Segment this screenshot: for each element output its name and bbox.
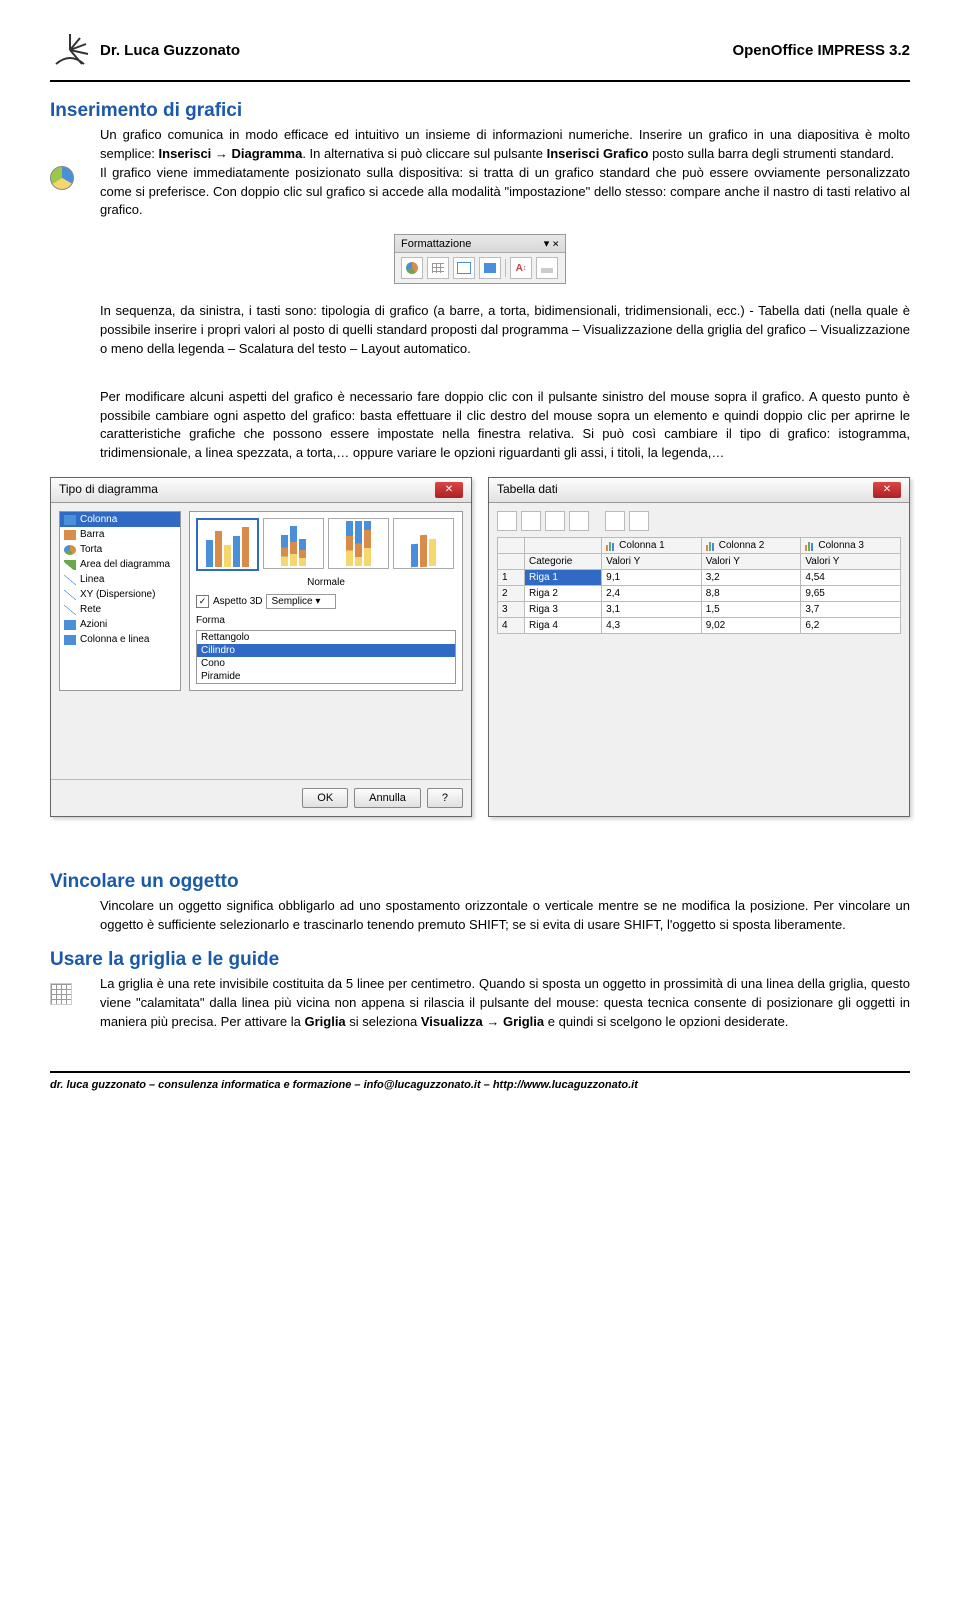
- shape-list[interactable]: Rettangolo Cilindro Cono Piramide: [196, 630, 456, 684]
- table-row: 4Riga 44,39,026,2: [498, 618, 901, 634]
- grid-icon: [50, 983, 72, 1005]
- section-heading-inserimento: Inserimento di grafici: [50, 100, 910, 122]
- table-row: 1Riga 19,13,24,54: [498, 570, 901, 586]
- help-button[interactable]: ?: [427, 788, 463, 808]
- list-item: Area del diagramma: [60, 557, 180, 572]
- list-item[interactable]: Rettangolo: [197, 631, 455, 644]
- text-scale-button[interactable]: A↕: [510, 257, 532, 279]
- logo-icon: [50, 30, 90, 70]
- list-item: Colonna e linea: [60, 632, 180, 647]
- chart-preview[interactable]: [196, 518, 259, 571]
- list-item: Barra: [60, 527, 180, 542]
- table-row: 3Riga 33,11,53,7: [498, 602, 901, 618]
- dialog-title: Tabella dati: [497, 482, 558, 498]
- author-name: Dr. Luca Guzzonato: [100, 42, 240, 59]
- list-item: Colonna: [60, 512, 180, 527]
- ok-button[interactable]: OK: [302, 788, 348, 808]
- toolbar-dropdown-icon[interactable]: ▾: [544, 238, 550, 250]
- dialog-title: Tipo di diagramma: [59, 482, 158, 498]
- list-item[interactable]: Cilindro: [197, 644, 455, 657]
- data-table-button[interactable]: [427, 257, 449, 279]
- formatting-toolbar: Formattazione ▾ × A↕: [394, 234, 566, 284]
- chart-preview[interactable]: [263, 518, 324, 569]
- cancel-button[interactable]: Annulla: [354, 788, 421, 808]
- list-item: Torta: [60, 542, 180, 557]
- section-heading-vincolare: Vincolare un oggetto: [50, 871, 910, 893]
- legend-button[interactable]: [479, 257, 501, 279]
- list-item: XY (Dispersione): [60, 587, 180, 602]
- pie-chart-icon: [50, 166, 74, 190]
- chart-type-dialog: Tipo di diagramma ✕ Colonna Barra Torta A…: [50, 477, 472, 817]
- aspect-3d-select[interactable]: Semplice ▾: [266, 594, 336, 609]
- close-icon[interactable]: ✕: [873, 482, 901, 498]
- page-footer: dr. luca guzzonato – consulenza informat…: [50, 1079, 910, 1091]
- move-button[interactable]: [605, 511, 625, 531]
- footer-rule: [50, 1071, 910, 1073]
- preview-label: Normale: [196, 577, 456, 588]
- list-item: Linea: [60, 572, 180, 587]
- move-button[interactable]: [629, 511, 649, 531]
- list-item: Azioni: [60, 617, 180, 632]
- aspect-3d-checkbox[interactable]: ✓: [196, 595, 209, 608]
- list-item[interactable]: Piramide: [197, 670, 455, 683]
- page-header: Dr. Luca Guzzonato OpenOffice IMPRESS 3.…: [50, 30, 910, 70]
- section-heading-griglia: Usare la griglia e le guide: [50, 949, 910, 971]
- body-text: In sequenza, da sinistra, i tasti sono: …: [100, 302, 910, 359]
- close-icon[interactable]: ✕: [435, 482, 463, 498]
- body-text: Vincolare un oggetto significa obbligarl…: [100, 897, 910, 935]
- body-text: Per modificare alcuni aspetti del grafic…: [100, 388, 910, 463]
- product-name: OpenOffice IMPRESS 3.2: [732, 42, 910, 59]
- chart-preview[interactable]: [393, 518, 454, 569]
- auto-layout-button[interactable]: [536, 257, 558, 279]
- close-icon[interactable]: ×: [552, 237, 559, 250]
- list-item: Rete: [60, 602, 180, 617]
- chart-type-list[interactable]: Colonna Barra Torta Area del diagramma L…: [59, 511, 181, 691]
- data-table-dialog: Tabella dati ✕ Colonna 1 Colonna 2 Colonn…: [488, 477, 910, 817]
- chart-type-button[interactable]: [401, 257, 423, 279]
- table-row: 2Riga 22,48,89,65: [498, 586, 901, 602]
- toolbar-title: Formattazione: [401, 238, 471, 250]
- chart-preview[interactable]: [328, 518, 389, 569]
- shape-label: Forma: [196, 615, 456, 626]
- body-text: La griglia è una rete invisibile costitu…: [100, 975, 910, 1032]
- insert-col-button[interactable]: [521, 511, 541, 531]
- insert-row-button[interactable]: [497, 511, 517, 531]
- header-rule: [50, 80, 910, 82]
- body-text: Un grafico comunica in modo efficace ed …: [100, 126, 910, 220]
- delete-col-button[interactable]: [569, 511, 589, 531]
- grid-button[interactable]: [453, 257, 475, 279]
- data-table[interactable]: Colonna 1 Colonna 2 Colonna 3 CategorieV…: [497, 537, 901, 634]
- list-item[interactable]: Cono: [197, 657, 455, 670]
- delete-row-button[interactable]: [545, 511, 565, 531]
